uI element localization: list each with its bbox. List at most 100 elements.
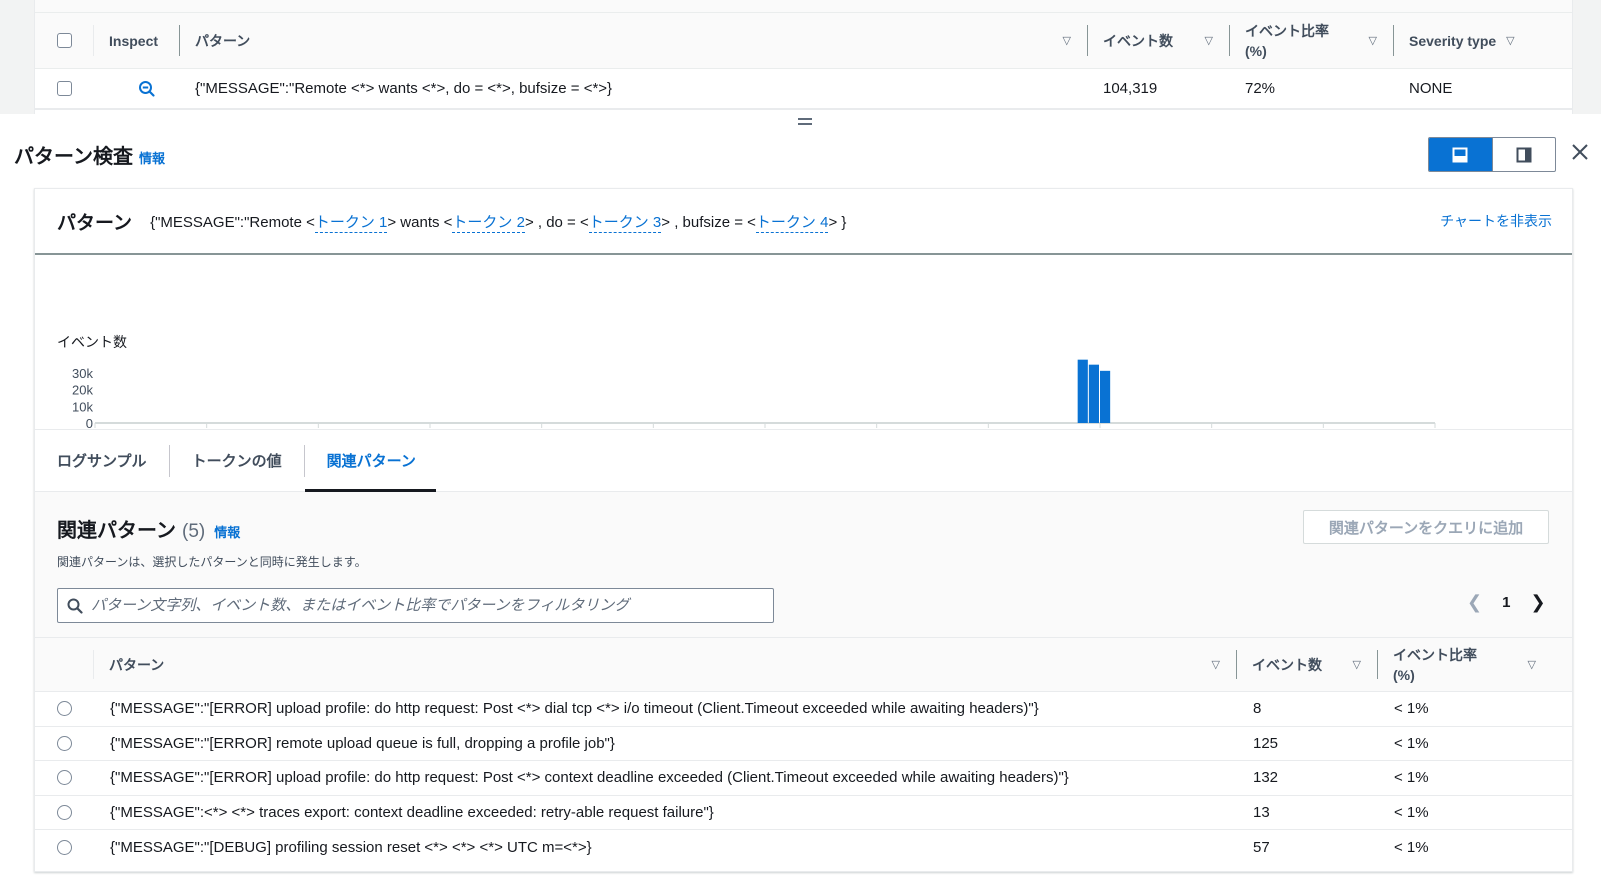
header-event-count[interactable]: イベント数 ▽	[1087, 13, 1229, 68]
related-count: (5)	[182, 521, 206, 542]
table-row[interactable]: {"MESSAGE":"[ERROR] upload profile: do h…	[35, 761, 1572, 796]
tab-token-values[interactable]: トークンの値	[170, 430, 304, 491]
side-panel-view-button[interactable]	[1491, 138, 1556, 171]
y-tick-label: 30k	[72, 366, 93, 381]
pattern-cell: {"MESSAGE":"[ERROR] upload profile: do h…	[110, 769, 1069, 787]
row-radio[interactable]	[57, 804, 72, 820]
token-link[interactable]: トークン 2	[452, 213, 525, 233]
table-row[interactable]: {"MESSAGE":"[ERROR] remote upload queue …	[35, 727, 1572, 761]
table-row[interactable]: {"MESSAGE":"Remote <*> wants <*>, do = <…	[35, 69, 1572, 110]
panel-info-link[interactable]: 情報	[139, 148, 165, 167]
header-event-ratio-label: イベント比率 (%)	[1393, 645, 1477, 685]
hide-chart-link[interactable]: チャートを非表示	[1440, 211, 1552, 231]
pattern-text: {"MESSAGE":"Remote <トークン 1> wants <トークン …	[150, 211, 847, 233]
token-link[interactable]: トークン 4	[755, 213, 829, 233]
token-link[interactable]: トークン 1	[314, 213, 388, 233]
table-row[interactable]: {"MESSAGE":"[ERROR] upload profile: do h…	[35, 692, 1572, 727]
sort-icon[interactable]: ▽	[1212, 658, 1220, 671]
current-page[interactable]: 1	[1502, 594, 1510, 611]
event-count-cell: 57	[1253, 838, 1270, 856]
row-radio[interactable]	[57, 770, 72, 786]
add-to-query-button[interactable]: 関連パターンをクエリに追加	[1303, 510, 1549, 544]
bottom-panel-view-button[interactable]	[1429, 138, 1492, 171]
table-row[interactable]: {"MESSAGE":"[DEBUG] profiling session re…	[35, 830, 1572, 865]
event-count-cell: 13	[1253, 803, 1270, 821]
event-ratio-cell: < 1%	[1394, 803, 1429, 821]
row-select-cell	[35, 692, 93, 726]
row-radio[interactable]	[57, 735, 72, 751]
event-count-cell: 8	[1253, 700, 1262, 718]
sort-icon[interactable]: ▽	[1369, 34, 1377, 47]
y-tick-label: 0	[86, 416, 93, 430]
related-title-text: 関連パターン	[57, 520, 176, 542]
header-event-ratio-line2: (%)	[1393, 666, 1415, 683]
event-ratio-cell: < 1%	[1394, 838, 1429, 856]
header-severity[interactable]: Severity type ▽	[1393, 13, 1543, 68]
resize-handle[interactable]	[798, 118, 812, 126]
header-pattern-label: パターン	[195, 32, 251, 49]
tabs: ログサンプル トークンの値 関連パターン	[35, 430, 1572, 492]
filter-input[interactable]	[91, 597, 751, 614]
tab-log-samples[interactable]: ログサンプル	[35, 430, 169, 491]
pattern-cell: {"MESSAGE":"Remote <*> wants <*>, do = <…	[195, 80, 613, 97]
zoom-out-magnifier-icon[interactable]	[138, 80, 156, 98]
patterns-table: Inspect パターン ▽ イベント数 ▽ イベント比率 (%) ▽ Seve…	[34, 0, 1573, 114]
header-event-ratio-label: イベント比率 (%)	[1245, 21, 1329, 61]
token-link[interactable]: トークン 3	[588, 213, 662, 233]
pattern-text-segment: > , bufsize = <	[661, 213, 756, 231]
row-select-cell	[35, 761, 93, 795]
pattern-text-segment: {"MESSAGE":"Remote <	[150, 213, 315, 231]
tab-label: 関連パターン	[326, 453, 416, 470]
pattern-inspect-container: パターン {"MESSAGE":"Remote <トークン 1> wants <…	[34, 188, 1573, 872]
patterns-table-header: Inspect パターン ▽ イベント数 ▽ イベント比率 (%) ▽ Seve…	[35, 13, 1572, 69]
header-inspect: Inspect	[93, 13, 179, 68]
pattern-cell: {"MESSAGE":"[ERROR] remote upload queue …	[110, 734, 615, 752]
related-patterns-section: 関連パターン (5) 情報 関連パターンは、選択したパターンと同時に発生します。…	[35, 492, 1572, 637]
related-table-header: パターン ▽ イベント数 ▽ イベント比率 (%) ▽	[35, 637, 1572, 692]
header-event-ratio-line1: イベント比率	[1245, 22, 1329, 39]
patterns-table-area: Inspect パターン ▽ イベント数 ▽ イベント比率 (%) ▽ Seve…	[0, 0, 1601, 114]
header-inspect-label: Inspect	[109, 32, 159, 49]
chart-svg: イベント数010k20k30k月 0412:0512:1012:1512:201…	[57, 334, 1436, 430]
pattern-cell: {"MESSAGE":"[DEBUG] profiling session re…	[110, 838, 592, 856]
chart-bar	[1077, 359, 1088, 423]
severity-cell: NONE	[1409, 80, 1453, 97]
row-radio[interactable]	[57, 701, 72, 717]
table-top-strip	[35, 0, 1572, 13]
header-event-ratio[interactable]: イベント比率 (%) ▽	[1377, 638, 1542, 691]
pagination: ❮ 1 ❯	[1467, 592, 1546, 613]
panel-title: パターン検査 情報	[14, 140, 165, 169]
sort-icon[interactable]: ▽	[1063, 34, 1071, 47]
tab-related-patterns[interactable]: 関連パターン	[304, 430, 437, 492]
header-pattern[interactable]: パターン ▽	[179, 13, 1087, 68]
chart-bar	[1088, 364, 1099, 423]
row-radio[interactable]	[57, 839, 72, 855]
header-event-ratio[interactable]: イベント比率 (%) ▽	[1229, 13, 1393, 68]
filter-field[interactable]	[57, 588, 774, 623]
inspect-cell	[93, 69, 179, 108]
close-button[interactable]	[1569, 141, 1591, 163]
previous-page-icon[interactable]: ❮	[1467, 592, 1482, 613]
pattern-text-segment: > }	[828, 213, 847, 231]
sort-icon[interactable]: ▽	[1205, 34, 1213, 47]
related-info-link[interactable]: 情報	[214, 522, 240, 541]
header-event-ratio-line1: イベント比率	[1393, 646, 1477, 663]
next-page-icon[interactable]: ❯	[1530, 592, 1545, 613]
sort-icon[interactable]: ▽	[1528, 658, 1536, 671]
event-ratio-cell: < 1%	[1394, 769, 1429, 787]
panel-title-text: パターン検査	[14, 146, 133, 168]
y-tick-label: 10k	[72, 399, 93, 414]
sort-icon[interactable]: ▽	[1353, 658, 1361, 671]
sort-icon[interactable]: ▽	[1506, 34, 1514, 47]
search-icon	[67, 598, 83, 614]
table-row[interactable]: {"MESSAGE":<*> <*> traces export: contex…	[35, 796, 1572, 830]
header-event-count-label: イベント数	[1103, 32, 1173, 49]
close-icon	[1572, 144, 1588, 160]
select-all-cell	[35, 13, 93, 68]
event-count-chart: イベント数010k20k30k月 0412:0512:1012:1512:201…	[35, 255, 1572, 430]
select-all-checkbox[interactable]	[56, 33, 72, 48]
row-checkbox[interactable]	[56, 81, 72, 96]
chart-bar	[1100, 370, 1111, 423]
header-event-count[interactable]: イベント数 ▽	[1236, 638, 1377, 691]
header-pattern[interactable]: パターン ▽	[93, 638, 1236, 691]
